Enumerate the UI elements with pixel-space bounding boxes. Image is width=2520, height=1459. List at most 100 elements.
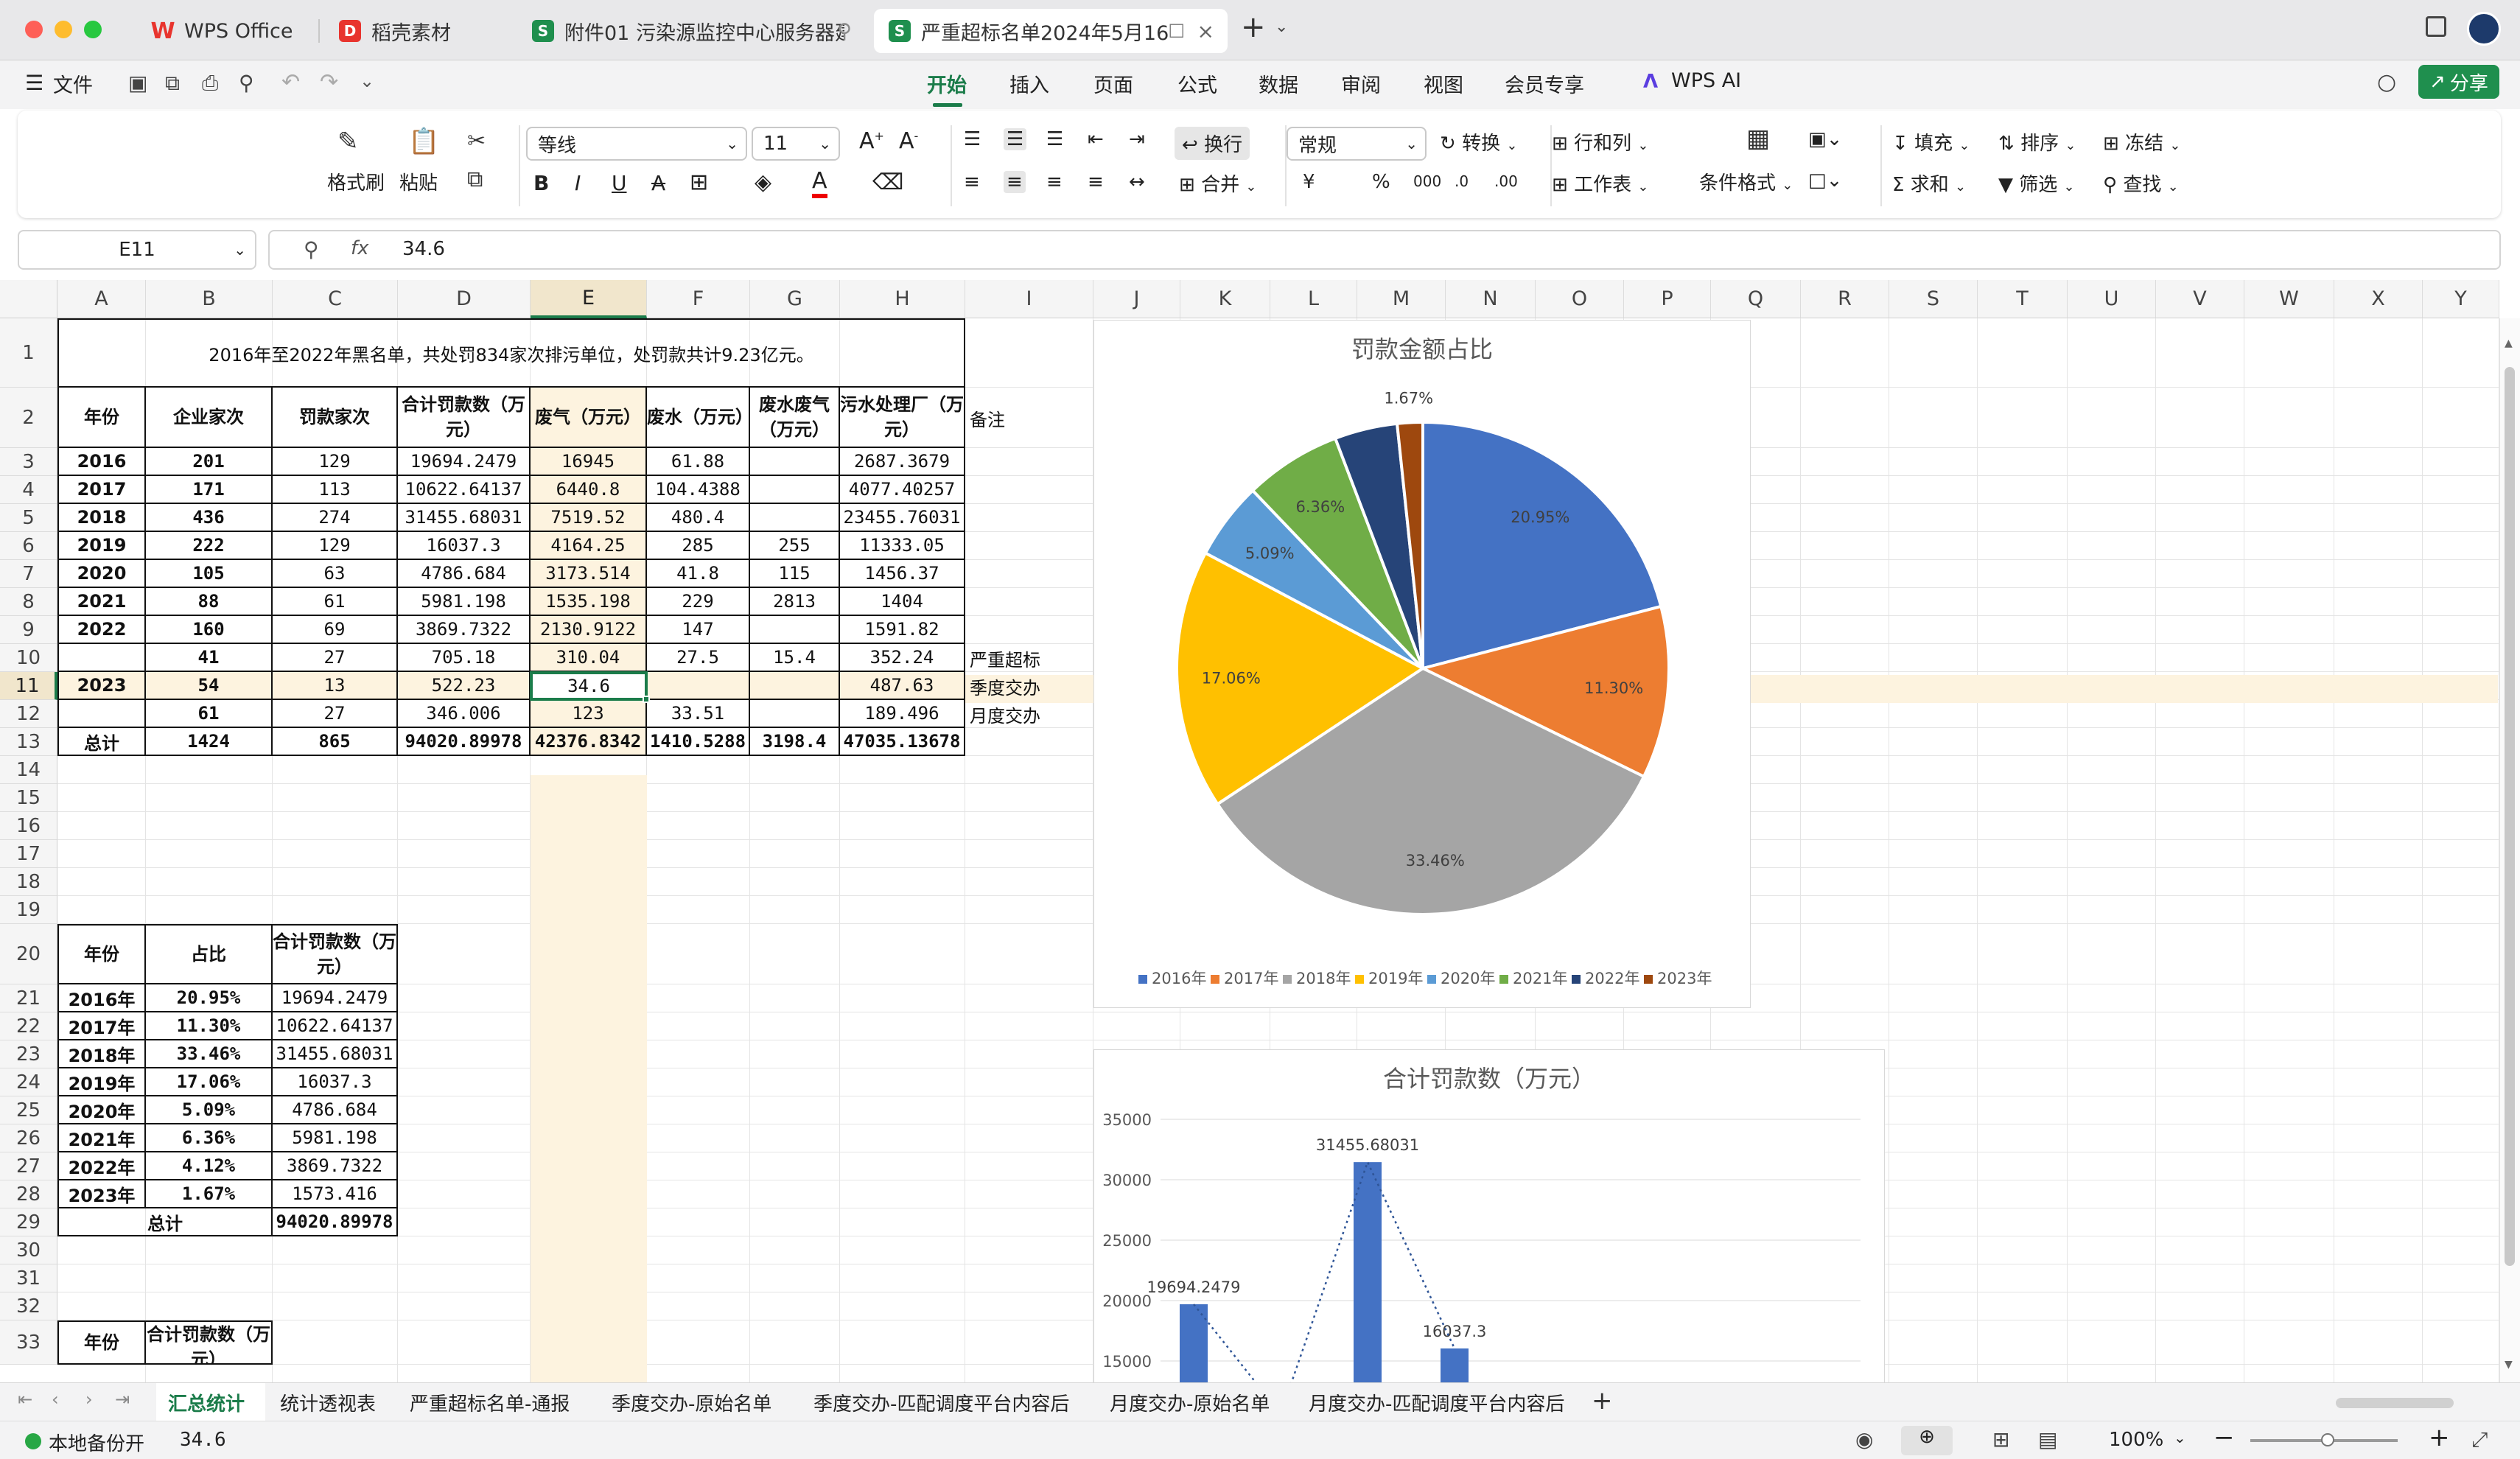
menu-review[interactable]: 审阅 [1341, 69, 1381, 98]
table-cell[interactable]: 487.63 [840, 672, 965, 700]
row-header-19[interactable]: 19 [0, 896, 57, 924]
font-name-select[interactable]: 等线 ⌄ [526, 127, 747, 161]
column-header-s[interactable]: S [1889, 280, 1978, 318]
summary-cell[interactable]: 33.46% [146, 1040, 273, 1068]
table-cell[interactable] [750, 672, 840, 700]
scrollbar-thumb[interactable] [2505, 367, 2515, 1266]
table-cell[interactable]: 88 [146, 588, 273, 616]
table-cell[interactable]: 41.8 [647, 560, 750, 588]
column-header-x[interactable]: X [2334, 280, 2423, 318]
format-painter-button[interactable]: 格式刷 [327, 168, 385, 195]
menu-view[interactable]: 视图 [1424, 69, 1463, 98]
table-cell[interactable]: 2021 [57, 588, 146, 616]
menu-home[interactable]: 开始 [927, 69, 967, 98]
row-header-30[interactable]: 30 [0, 1236, 57, 1264]
column-title-cell[interactable]: 废水废气（万元） [750, 388, 840, 448]
sum-button[interactable]: Σ 求和 ⌄ [1892, 169, 1966, 197]
distribute-icon[interactable]: ↔ [1129, 171, 1145, 193]
column-header-f[interactable]: F [647, 280, 750, 318]
table-cell[interactable]: 13 [273, 672, 398, 700]
table-cell[interactable]: 274 [273, 504, 398, 532]
remarks-cell[interactable] [965, 476, 1093, 504]
table-cell[interactable]: 27 [273, 644, 398, 672]
table-cell[interactable]: 1456.37 [840, 560, 965, 588]
row-header-3[interactable]: 3 [0, 448, 57, 476]
cell-style-icon[interactable]: ▣⌄ [1808, 128, 1842, 150]
summary-header-cell[interactable]: 年份 [57, 924, 146, 984]
eraser-icon[interactable]: ⌫ [872, 169, 903, 195]
avatar[interactable] [2467, 12, 2501, 46]
table-cell[interactable]: 123 [531, 700, 647, 728]
table-cell[interactable]: 69 [273, 616, 398, 644]
copy-icon[interactable]: ⧉ [467, 167, 483, 192]
row-header-5[interactable]: 5 [0, 504, 57, 532]
table-cell[interactable]: 1424 [146, 728, 273, 756]
table-cell[interactable]: 436 [146, 504, 273, 532]
table-cell[interactable]: 54 [146, 672, 273, 700]
table-cell[interactable]: 42376.8342 [531, 728, 647, 756]
number-format-select[interactable]: 常规 ⌄ [1287, 127, 1427, 161]
next-sheet-icon[interactable]: › [85, 1389, 93, 1410]
decrease-font-icon[interactable]: A- [899, 128, 918, 154]
table-cell[interactable]: 2020 [57, 560, 146, 588]
filter-button[interactable]: ▼ 筛选 ⌄ [1998, 169, 2075, 197]
comment-icon[interactable]: ○ [2377, 69, 2396, 95]
vertical-scrollbar[interactable]: ▲ ▼ [2499, 318, 2520, 1382]
summary-cell[interactable]: 2019年 [57, 1068, 146, 1096]
border-icon[interactable]: ⊞ [690, 169, 708, 195]
row-header-18[interactable]: 18 [0, 868, 57, 896]
fill-button[interactable]: ↧ 填充 ⌄ [1892, 128, 1970, 155]
column-header-d[interactable]: D [398, 280, 531, 318]
minimize-window-button[interactable] [55, 21, 72, 38]
table-cell[interactable]: 16945 [531, 448, 647, 476]
summary-cell[interactable]: 2023年 [57, 1180, 146, 1208]
redo-icon[interactable]: ↷ [320, 69, 338, 95]
table-cell[interactable]: 115 [750, 560, 840, 588]
remarks-cell[interactable]: 月度交办 [965, 700, 1093, 728]
increase-decimal-icon[interactable]: .0 [1455, 172, 1469, 190]
table-cell[interactable]: 1404 [840, 588, 965, 616]
export-icon[interactable]: ⧉ [165, 71, 180, 96]
row-header-4[interactable]: 4 [0, 476, 57, 504]
zoom-level[interactable]: 100% [2109, 1429, 2163, 1451]
remarks-cell[interactable] [965, 560, 1093, 588]
bar[interactable] [1180, 1304, 1208, 1383]
table-cell[interactable]: 1535.198 [531, 588, 647, 616]
eye-icon[interactable]: ◉ [1855, 1427, 1873, 1452]
table-cell[interactable]: 129 [273, 532, 398, 560]
table-cell[interactable]: 2017 [57, 476, 146, 504]
align-bottom-icon[interactable]: ☰ [1046, 128, 1063, 150]
sheet-title-cell[interactable]: 2016年至2022年黑名单，共处罚834家次排污单位，处罚款共计9.23亿元。 [57, 318, 965, 388]
sheet-tab-monthly-raw[interactable]: 月度交办-原始名单 [1110, 1389, 1270, 1416]
outdent-icon[interactable]: ⇤ [1088, 128, 1104, 150]
table-cell[interactable]: 3173.514 [531, 560, 647, 588]
formula-input[interactable]: 34.6 [402, 238, 445, 260]
summary-cell[interactable]: 1.67% [146, 1180, 273, 1208]
tab-current-sheet[interactable]: S 严重超标名单2024年5月16日 □ × [874, 9, 1228, 53]
table-cell[interactable] [57, 700, 146, 728]
row-col-button[interactable]: ⊞ 行和列 ⌄ [1552, 128, 1648, 155]
sheet-tab-quarterly-matched[interactable]: 季度交办-匹配调度平台内容后 [813, 1389, 1069, 1416]
summary-cell[interactable]: 31455.68031 [273, 1040, 398, 1068]
table-cell[interactable]: 19694.2479 [398, 448, 531, 476]
third-table-header[interactable]: 合计罚款数（万元） [146, 1320, 273, 1365]
align-left-icon[interactable]: ≡ [964, 171, 980, 193]
row-header-15[interactable]: 15 [0, 784, 57, 812]
column-header-h[interactable]: H [840, 280, 965, 318]
row-header-29[interactable]: 29 [0, 1208, 57, 1236]
summary-cell[interactable]: 17.06% [146, 1068, 273, 1096]
fx-icon[interactable]: fx [351, 237, 369, 259]
zoom-window-button[interactable] [84, 21, 102, 38]
column-header-q[interactable]: Q [1711, 280, 1801, 318]
table-cell[interactable]: 2023 [57, 672, 146, 700]
freeze-button[interactable]: ⊞ 冻结 ⌄ [2103, 128, 2180, 155]
row-header-33[interactable]: 33 [0, 1320, 57, 1365]
column-title-cell[interactable]: 污水处理厂（万元） [840, 388, 965, 448]
summary-cell[interactable]: 2021年 [57, 1124, 146, 1152]
remarks-cell[interactable] [965, 532, 1093, 560]
column-header-t[interactable]: T [1978, 280, 2068, 318]
indent-icon[interactable]: ⇥ [1129, 128, 1145, 150]
row-header-16[interactable]: 16 [0, 812, 57, 840]
menu-formula[interactable]: 公式 [1177, 69, 1217, 98]
paste-icon[interactable]: 📋 [408, 127, 439, 156]
